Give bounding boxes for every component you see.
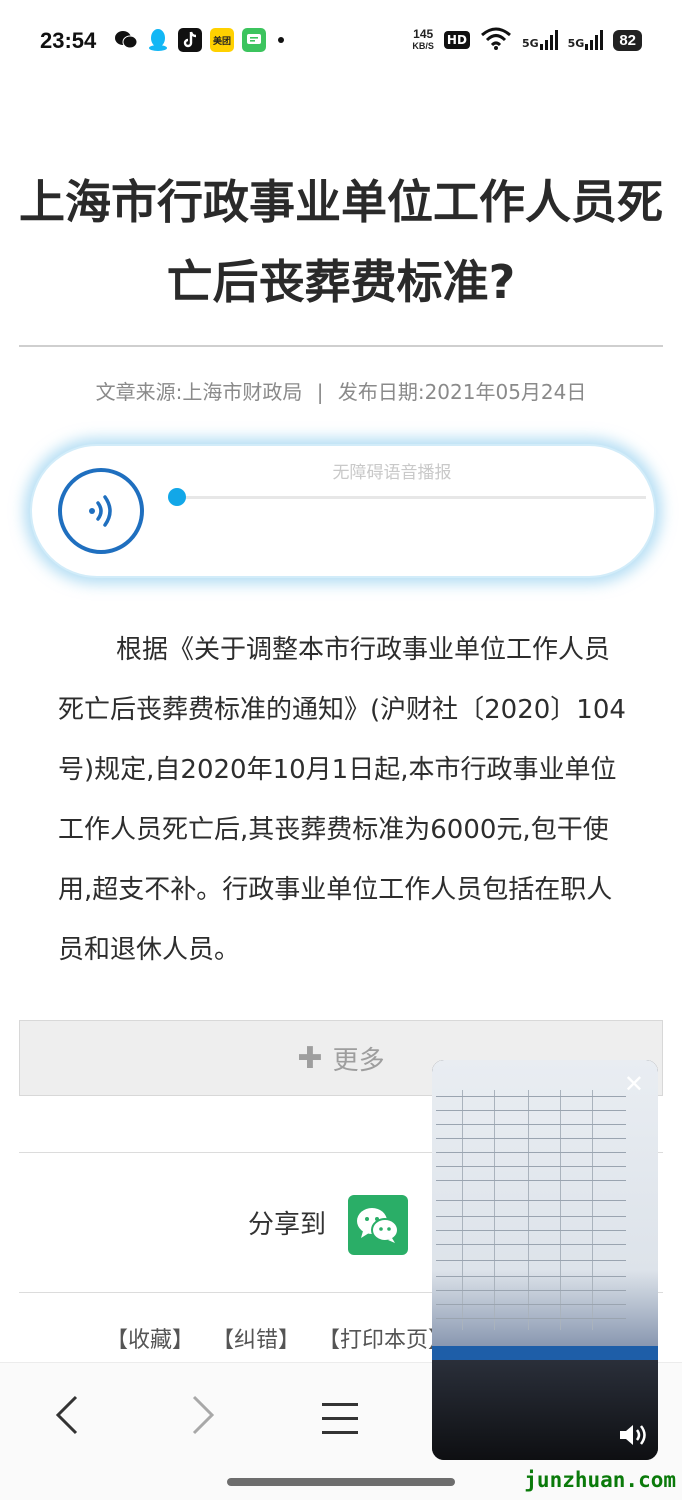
notification-icons: 美团 bbox=[114, 28, 284, 52]
title-divider bbox=[19, 345, 663, 347]
article-title: 上海市行政事业单位工作人员死亡后丧葬费标准? bbox=[19, 175, 663, 309]
status-time: 23:54 bbox=[40, 28, 97, 53]
menu-button[interactable] bbox=[320, 1399, 360, 1443]
message-notification-icon bbox=[242, 28, 266, 52]
speaker-icon[interactable] bbox=[618, 1422, 648, 1452]
back-button[interactable] bbox=[50, 1393, 84, 1441]
status-indicators: 145 KB/S HD 5G 5G 82 bbox=[412, 26, 642, 54]
close-icon[interactable]: ✕ bbox=[624, 1070, 644, 1098]
tiktok-notification-icon bbox=[178, 28, 202, 52]
signal-strength-2: 5G bbox=[568, 30, 604, 50]
floating-video-window[interactable]: ✕ bbox=[432, 1060, 658, 1460]
audio-play-button[interactable] bbox=[58, 468, 144, 554]
hamburger-icon bbox=[322, 1403, 358, 1434]
audio-player: 无障碍语音播报 bbox=[30, 444, 656, 578]
battery-indicator: 82 bbox=[613, 29, 642, 51]
wechat-notification-icon bbox=[114, 28, 138, 52]
chevron-left-icon bbox=[55, 1395, 78, 1435]
article-source: 文章来源:上海市财政局 bbox=[95, 380, 303, 404]
more-button-label: 更多 bbox=[332, 1045, 385, 1076]
favorite-link[interactable]: 【收藏】 bbox=[106, 1322, 194, 1354]
meituan-notification-icon: 美团 bbox=[210, 28, 234, 52]
forward-button[interactable] bbox=[186, 1393, 220, 1441]
chevron-right-icon bbox=[192, 1395, 215, 1435]
article-date: 发布日期:2021年05月24日 bbox=[337, 380, 587, 404]
article-body: 根据《关于调整本市行政事业单位工作人员死亡后丧葬费标准的通知》(沪财社〔2020… bbox=[58, 635, 626, 965]
video-frame bbox=[432, 1060, 658, 1360]
wechat-icon bbox=[357, 1208, 399, 1243]
meta-separator: | bbox=[316, 380, 324, 404]
report-error-link[interactable]: 【纠错】 bbox=[212, 1322, 300, 1354]
hd-voice-badge: HD bbox=[443, 31, 470, 49]
home-indicator[interactable] bbox=[227, 1478, 455, 1486]
more-notifications-dot bbox=[278, 37, 284, 43]
qq-notification-icon bbox=[146, 28, 170, 52]
video-taskbar bbox=[432, 1346, 658, 1360]
share-label: 分享到 bbox=[248, 1210, 327, 1240]
print-link[interactable]: 【打印本页】 bbox=[318, 1322, 450, 1354]
sound-wave-icon bbox=[89, 495, 112, 527]
audio-progress-track[interactable] bbox=[178, 496, 646, 499]
footer-links: 【收藏】 【纠错】 【打印本页】 bbox=[106, 1322, 450, 1354]
audio-progress-knob[interactable] bbox=[168, 488, 186, 506]
audio-label: 无障碍语音播报 bbox=[332, 463, 452, 483]
wifi-icon bbox=[480, 26, 512, 54]
watermark: junzhuan.com bbox=[524, 1468, 676, 1492]
wechat-share-button[interactable] bbox=[348, 1195, 408, 1255]
signal-strength-1: 5G bbox=[522, 30, 558, 50]
plus-icon: ✚ bbox=[297, 1040, 323, 1076]
article-meta: 文章来源:上海市财政局 | 发布日期:2021年05月24日 bbox=[19, 376, 663, 405]
network-speed: 145 KB/S bbox=[412, 27, 434, 51]
status-bar: 23:54 美团 145 KB/S HD 5G 5G 82 bbox=[0, 0, 682, 82]
